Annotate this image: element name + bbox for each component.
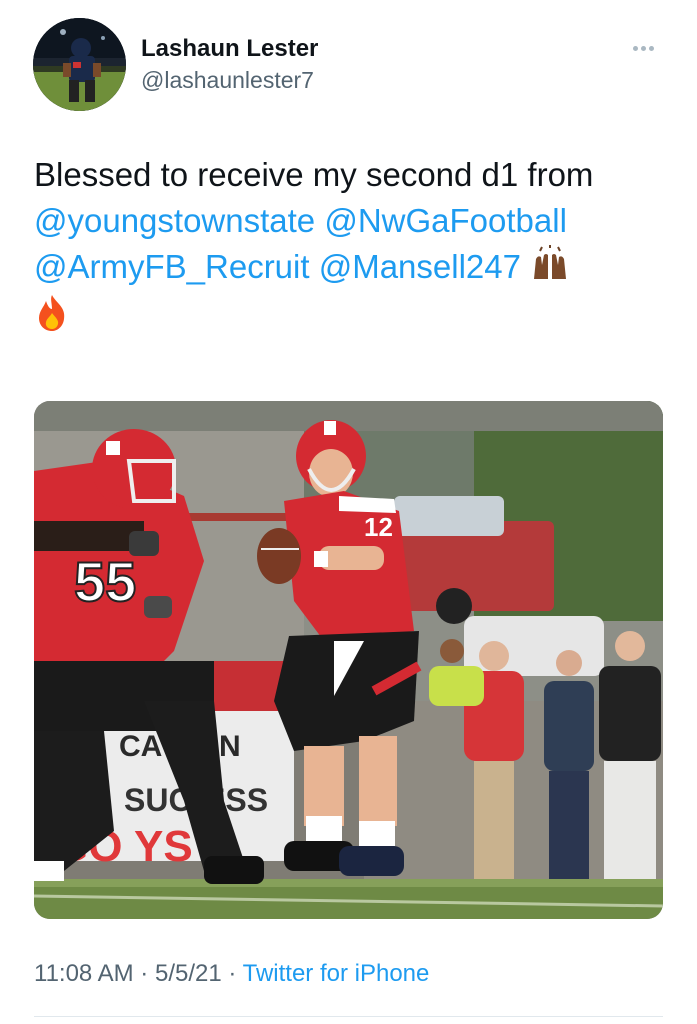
raising-hands-emoji-icon (530, 245, 570, 293)
tweet-line-3: @ArmyFB_Recruit @Mansell247 (34, 244, 674, 293)
dot (641, 46, 646, 51)
dot (649, 46, 654, 51)
fire-emoji-icon (34, 293, 70, 345)
avatar-photo (33, 18, 126, 111)
banner-text-n: N (219, 730, 241, 763)
author-handle[interactable]: @lashaunlester7 (141, 66, 318, 94)
tweet-line-1: Blessed to receive my second d1 from (34, 156, 594, 193)
avatar[interactable] (33, 18, 126, 111)
football-photo: CA N EL SUC ESS GO YS (34, 401, 663, 919)
jersey-number-55: 55 (74, 550, 136, 613)
tweet-header: Lashaun Lester @lashaunlester7 (33, 18, 663, 113)
mention-armyfb-recruit[interactable]: @ArmyFB_Recruit (34, 248, 310, 285)
more-options-icon[interactable] (633, 38, 659, 51)
tweet-line-4 (34, 293, 674, 345)
tweet-text: Blessed to receive my second d1 from @yo… (34, 152, 674, 345)
mention-nwgafootball[interactable]: @NwGaFootball (324, 202, 567, 239)
divider (34, 1016, 663, 1017)
tweet-source-link[interactable]: Twitter for iPhone (243, 960, 430, 987)
tweet-meta: 11:08 AM · 5/5/21 · Twitter for iPhone (34, 960, 429, 988)
author-display-name[interactable]: Lashaun Lester (141, 34, 318, 64)
banner-text-ca: CA (119, 730, 162, 763)
dot (633, 46, 638, 51)
separator-dot: · (140, 960, 149, 987)
tweet-photo[interactable]: CA N EL SUC ESS GO YS (34, 401, 663, 919)
author-block[interactable]: Lashaun Lester @lashaunlester7 (141, 34, 318, 94)
banner-text-ys: YS (134, 822, 193, 871)
mention-youngstownstate[interactable]: @youngstownstate (34, 202, 315, 239)
separator-dot: · (228, 960, 237, 987)
tweet-time[interactable]: 11:08 AM (34, 960, 134, 987)
tweet-date[interactable]: 5/5/21 (155, 960, 222, 987)
mention-mansell247[interactable]: @Mansell247 (319, 248, 521, 285)
jersey-number-12: 12 (364, 512, 393, 542)
tweet-line-2: @youngstownstate @NwGaFootball (34, 198, 674, 244)
